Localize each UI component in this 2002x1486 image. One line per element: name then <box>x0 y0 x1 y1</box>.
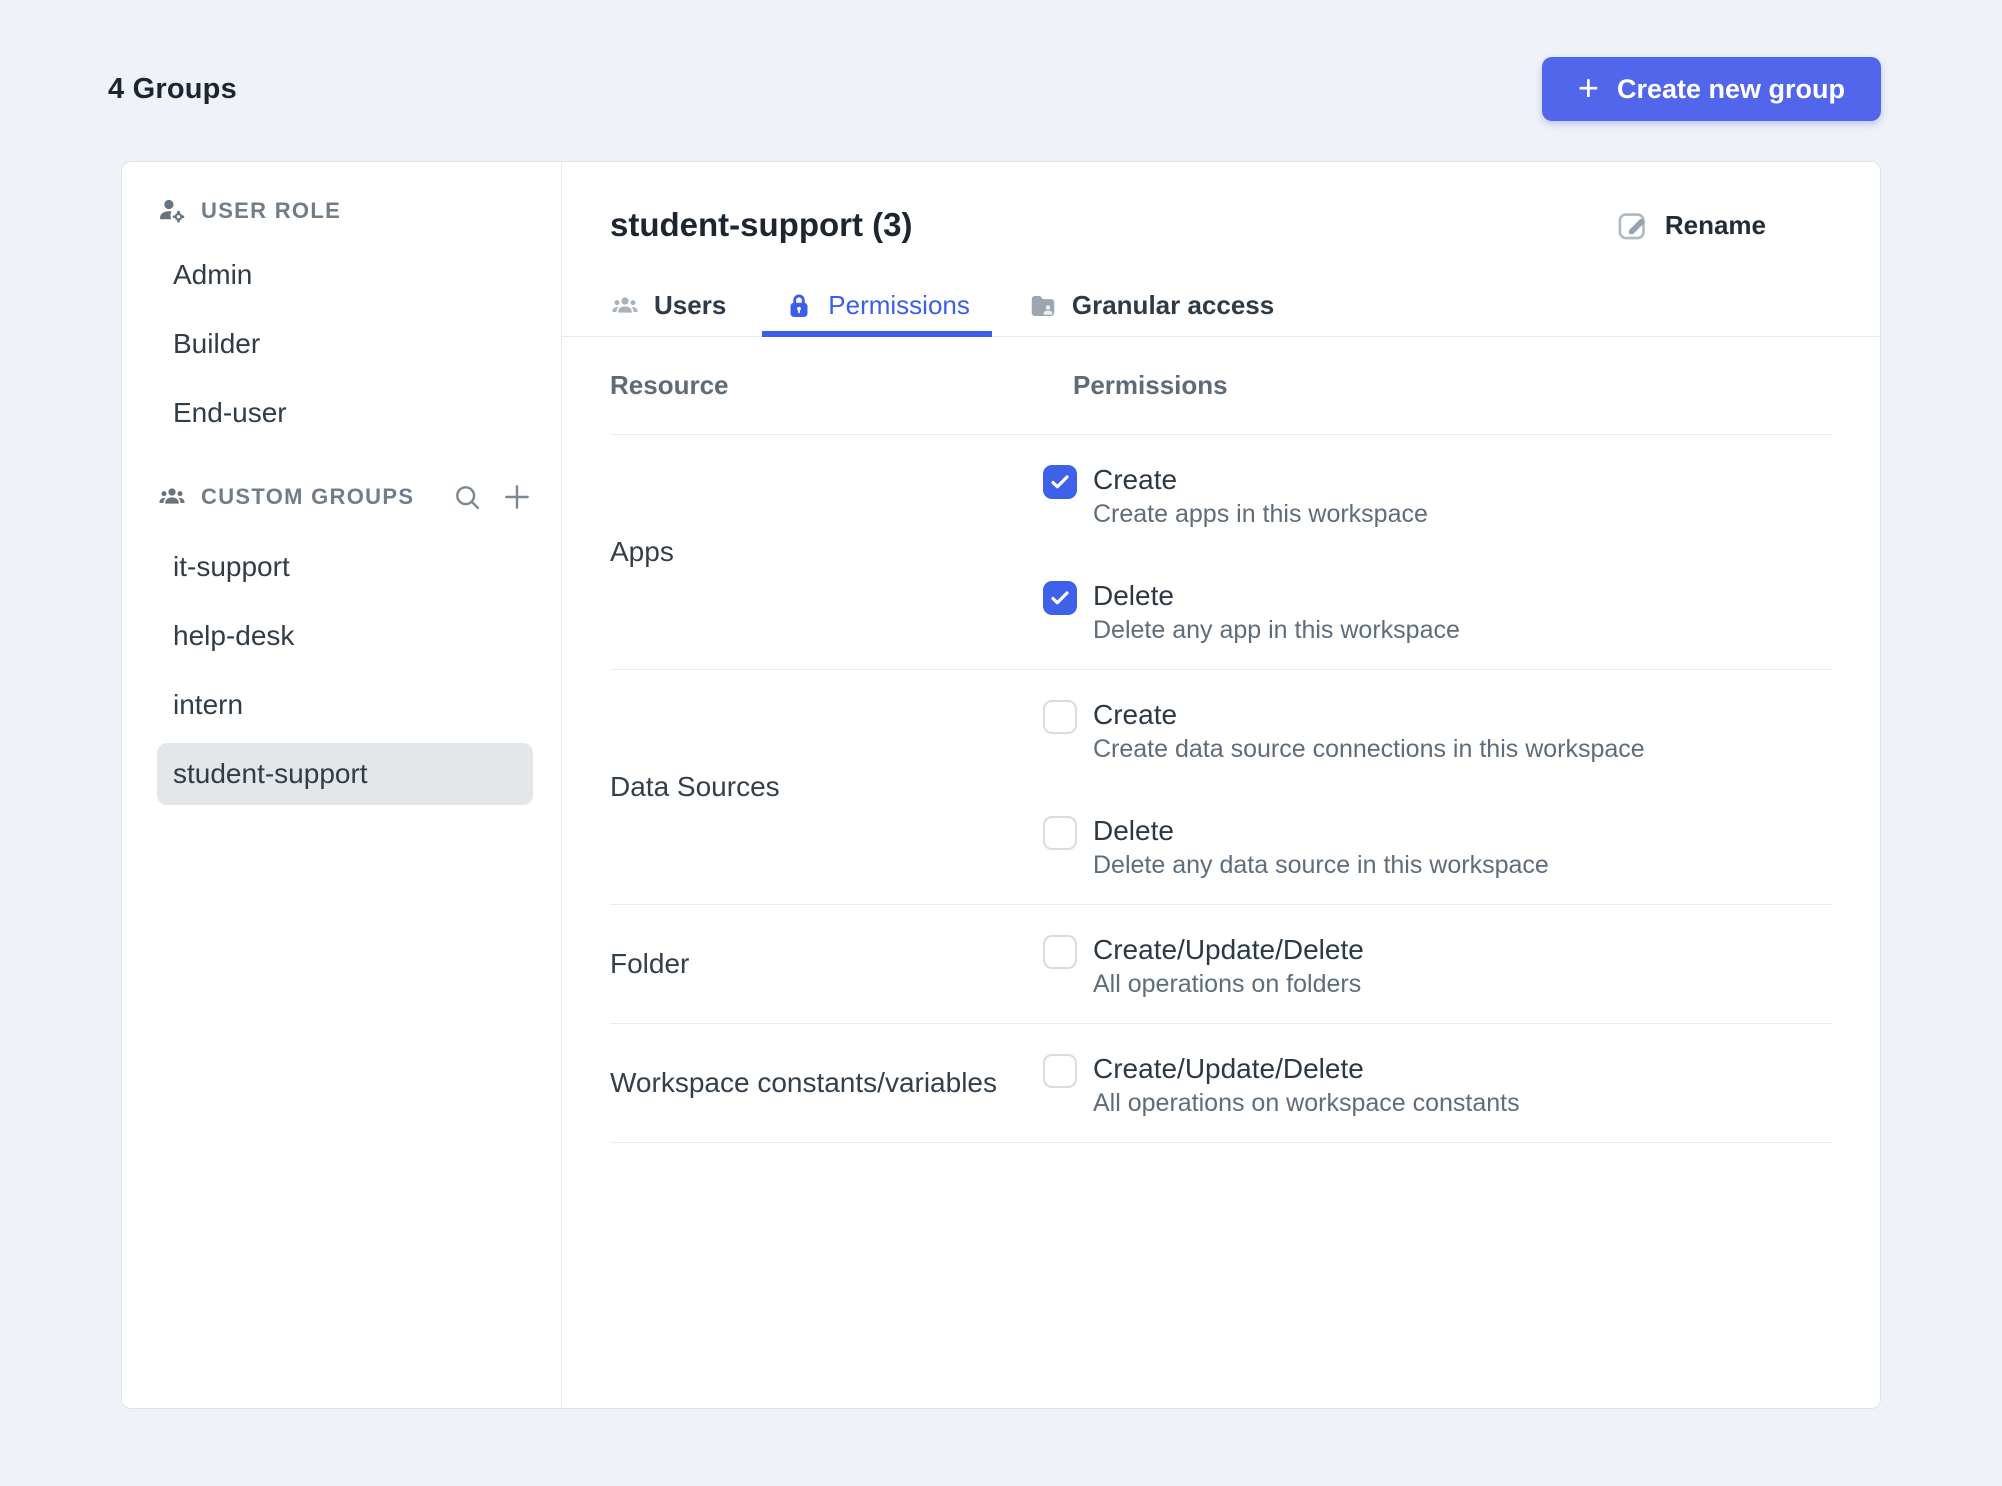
permission-item: Delete Delete any app in this workspace <box>1043 579 1832 645</box>
permission-item: Delete Delete any data source in this wo… <box>1043 814 1832 880</box>
table-row-folder: Folder Create/Update/Delete All operatio… <box>610 905 1832 1024</box>
apps-create-checkbox[interactable] <box>1043 465 1077 499</box>
permission-label: Create/Update/Delete <box>1093 934 1364 965</box>
plus-icon: + <box>1577 66 1599 108</box>
group-detail-panel: student-support (3) Rename Users Permiss… <box>562 162 1880 1408</box>
table-row-data-sources: Data Sources Create Create data source c… <box>610 670 1832 905</box>
permission-description: Delete any data source in this workspace <box>1093 851 1549 879</box>
group-title: student-support (3) <box>610 206 913 243</box>
groups-card: USER ROLE Admin Builder End-user CUSTOM … <box>121 161 1881 1409</box>
permission-label: Create <box>1093 699 1178 730</box>
users-tab-icon <box>612 296 638 313</box>
permission-description: Create data source connections in this w… <box>1093 735 1645 763</box>
tab-permissions[interactable]: Permissions <box>762 280 992 337</box>
page-title: 4 Groups <box>108 72 237 105</box>
custom-groups-label: CUSTOM GROUPS <box>201 484 415 509</box>
permission-item: Create/Update/Delete All operations on f… <box>1043 933 1832 999</box>
tab-bar: Users Permissions Granular access <box>562 280 1880 337</box>
permission-item: Create Create apps in this workspace <box>1043 463 1832 529</box>
workspace-constants-cud-checkbox[interactable] <box>1043 1054 1077 1088</box>
user-role-icon <box>160 199 185 223</box>
table-row-apps: Apps Create Create apps in this workspac… <box>610 435 1832 670</box>
sidebar-item-builder[interactable]: Builder <box>157 313 533 375</box>
edit-icon <box>1618 213 1645 240</box>
tab-granular-access[interactable]: Granular access <box>1006 280 1296 337</box>
apps-delete-checkbox[interactable] <box>1043 581 1077 615</box>
lock-icon <box>790 294 808 317</box>
table-row-workspace-constants: Workspace constants/variables Create/Upd… <box>610 1024 1832 1143</box>
permissions-column-header: Permissions <box>1073 370 1228 400</box>
check-icon <box>1051 475 1069 489</box>
resource-cell: Folder <box>610 948 690 979</box>
table-header-row: Resource Permissions <box>610 337 1832 435</box>
sidebar-item-help-desk[interactable]: help-desk <box>157 605 533 667</box>
resource-cell: Data Sources <box>610 771 780 802</box>
resource-cell: Workspace constants/variables <box>610 1067 997 1098</box>
user-role-header: USER ROLE <box>157 192 533 230</box>
rename-label: Rename <box>1664 209 1766 240</box>
datasources-delete-checkbox[interactable] <box>1043 816 1077 850</box>
datasources-create-checkbox[interactable] <box>1043 700 1077 734</box>
permission-label: Delete <box>1093 580 1174 611</box>
sidebar: USER ROLE Admin Builder End-user CUSTOM … <box>122 162 562 1408</box>
sidebar-item-end-user[interactable]: End-user <box>157 382 533 444</box>
create-new-group-label: Create new group <box>1616 73 1845 104</box>
sidebar-item-intern[interactable]: intern <box>157 674 533 736</box>
check-icon <box>1051 591 1069 605</box>
user-role-label: USER ROLE <box>201 198 342 223</box>
resource-column-header: Resource <box>610 370 729 400</box>
permission-description: Delete any app in this workspace <box>1093 616 1460 644</box>
search-icon[interactable] <box>451 481 483 513</box>
resource-cell: Apps <box>610 536 674 567</box>
permission-label: Create/Update/Delete <box>1093 1053 1364 1084</box>
granular-access-icon <box>1031 295 1055 316</box>
permission-label: Create <box>1093 464 1178 495</box>
sidebar-item-student-support[interactable]: student-support <box>157 743 533 805</box>
permission-description: All operations on folders <box>1093 970 1362 998</box>
permission-label: Delete <box>1093 815 1174 846</box>
add-group-icon[interactable] <box>501 481 533 513</box>
topbar: 4 Groups + Create new group <box>0 0 2002 122</box>
permission-description: All operations on workspace constants <box>1093 1089 1520 1117</box>
permission-item: Create Create data source connections in… <box>1043 698 1832 764</box>
custom-groups-icon <box>159 488 185 504</box>
tab-users[interactable]: Users <box>588 280 748 337</box>
folder-cud-checkbox[interactable] <box>1043 935 1077 969</box>
sidebar-item-admin[interactable]: Admin <box>157 244 533 306</box>
custom-groups-header: CUSTOM GROUPS <box>157 478 533 516</box>
permission-description: Create apps in this workspace <box>1093 500 1428 528</box>
create-new-group-button[interactable]: + Create new group <box>1541 57 1881 121</box>
sidebar-item-it-support[interactable]: it-support <box>157 536 533 598</box>
rename-button[interactable]: Rename <box>1616 208 1766 242</box>
permission-item: Create/Update/Delete All operations on w… <box>1043 1052 1832 1118</box>
